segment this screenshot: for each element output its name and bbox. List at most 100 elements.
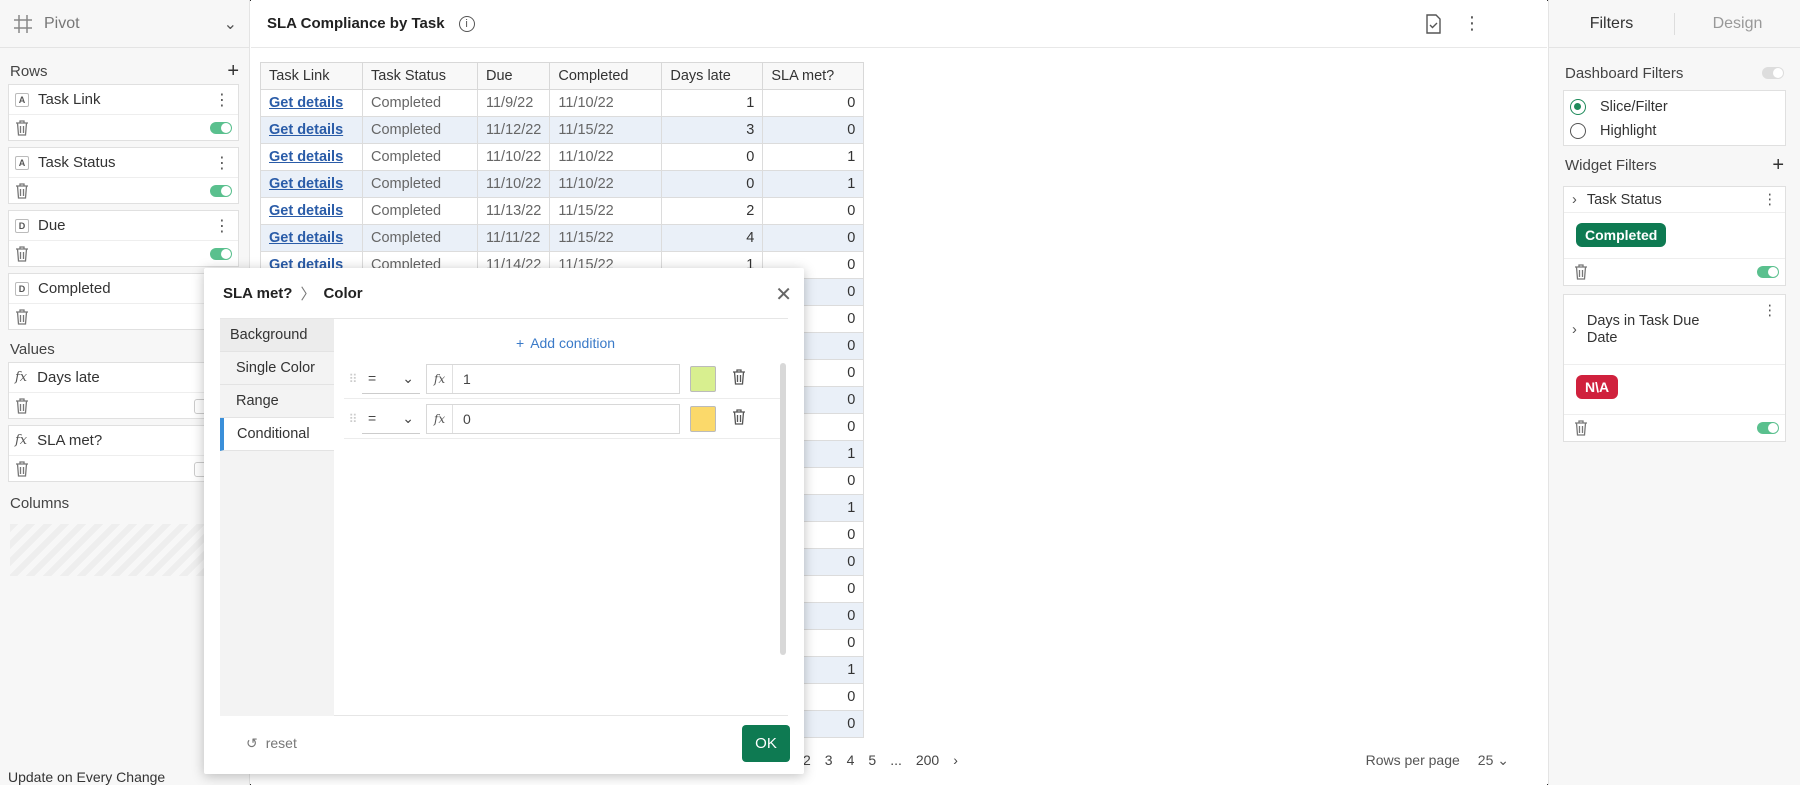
more-options-icon[interactable]: ⋮	[1463, 13, 1481, 34]
reset-button[interactable]: ↺ reset	[246, 735, 297, 752]
operator-value: =	[368, 370, 377, 386]
tab-design[interactable]: Design	[1675, 15, 1800, 33]
add-row-icon[interactable]: +	[227, 61, 239, 81]
get-details-link[interactable]: Get details	[269, 122, 343, 138]
close-icon[interactable]: ✕	[775, 282, 792, 307]
filter-enable-toggle[interactable]	[1757, 266, 1779, 278]
trash-icon[interactable]	[1574, 264, 1588, 280]
condition-value-input[interactable]: fx 0	[426, 403, 680, 434]
condition-value-input[interactable]: fx 1	[426, 363, 680, 394]
field-menu-icon[interactable]: ⋮	[214, 153, 230, 173]
add-filter-icon[interactable]: +	[1772, 155, 1784, 175]
drag-handle-icon[interactable]: ⠿	[344, 372, 362, 386]
chevron-right-icon[interactable]: ›	[1572, 192, 1577, 208]
widget-type-selector[interactable]: Pivot ⌄	[0, 0, 249, 48]
next-page-icon[interactable]: ›	[953, 752, 958, 768]
table-cell: Get details	[260, 224, 363, 252]
trash-icon[interactable]	[15, 309, 29, 325]
field-menu-icon[interactable]: ⋮	[214, 90, 230, 110]
filter-value-chip[interactable]: N\A	[1576, 375, 1619, 399]
breadcrumb-separator-icon: 〉	[300, 285, 316, 303]
filter-header[interactable]: › Days in Task Due Date ⋮	[1564, 295, 1785, 365]
widget-filters-title: Widget Filters +	[1549, 150, 1800, 180]
field-enable-toggle[interactable]	[210, 248, 232, 260]
save-icon[interactable]	[1424, 14, 1442, 34]
radio-slice-filter[interactable]: Slice/Filter	[1564, 95, 1785, 119]
filter-card-days-due: › Days in Task Due Date ⋮ N\A	[1563, 294, 1786, 442]
table-cell: 1	[762, 170, 865, 198]
column-header[interactable]: Due	[476, 62, 551, 90]
scrollbar[interactable]	[780, 363, 786, 655]
table-cell: 4	[661, 224, 764, 252]
column-header[interactable]: SLA met?	[762, 62, 865, 90]
tab-filters[interactable]: Filters	[1549, 15, 1674, 33]
operator-select[interactable]: = ⌄	[362, 404, 420, 434]
field-enable-toggle[interactable]	[210, 122, 232, 134]
column-header[interactable]: Days late	[661, 62, 764, 90]
column-header[interactable]: Task Link	[260, 62, 363, 90]
chevron-down-icon[interactable]: ⌄	[224, 14, 237, 34]
get-details-link[interactable]: Get details	[269, 230, 343, 246]
filter-card-task-status: › Task Status ⋮ Completed	[1563, 186, 1786, 286]
get-details-link[interactable]: Get details	[269, 176, 343, 192]
column-header[interactable]: Completed	[549, 62, 663, 90]
radio-highlight[interactable]: Highlight	[1564, 119, 1785, 143]
get-details-link[interactable]: Get details	[269, 203, 343, 219]
formula-icon: fx	[15, 433, 28, 448]
pivot-grid-icon	[14, 14, 32, 33]
table-cell: Completed	[362, 89, 478, 117]
get-details-link[interactable]: Get details	[269, 95, 343, 111]
filter-value-chip[interactable]: Completed	[1576, 223, 1667, 247]
page-link[interactable]: 4	[847, 752, 855, 768]
table-cell: 11/10/22	[549, 143, 663, 171]
trash-icon[interactable]	[15, 461, 29, 477]
filter-menu-icon[interactable]: ⋮	[1763, 303, 1778, 319]
trash-icon[interactable]	[15, 183, 29, 199]
radio-selected-icon	[1570, 99, 1586, 115]
table-cell: 11/15/22	[549, 116, 663, 144]
trash-icon[interactable]	[15, 120, 29, 136]
trash-icon[interactable]	[1574, 420, 1588, 436]
mode-single-color[interactable]: Single Color	[220, 352, 334, 385]
add-condition-button[interactable]: + Add condition	[516, 335, 615, 351]
page-link[interactable]: 5	[868, 752, 876, 768]
rows-section-title: Rows +	[0, 58, 249, 84]
table-cell: 0	[762, 89, 865, 117]
field-row[interactable]: A Task Status ⋮	[9, 148, 238, 178]
operator-select[interactable]: = ⌄	[362, 364, 420, 394]
filter-menu-icon[interactable]: ⋮	[1763, 192, 1778, 208]
table-cell: Completed	[362, 116, 478, 144]
dashboard-filters-toggle[interactable]	[1762, 67, 1784, 79]
field-controls	[9, 178, 238, 204]
mode-range[interactable]: Range	[220, 385, 334, 418]
get-details-link[interactable]: Get details	[269, 149, 343, 165]
column-header[interactable]: Task Status	[362, 62, 478, 90]
delete-condition[interactable]	[732, 369, 746, 388]
info-icon[interactable]: i	[458, 15, 475, 32]
page-link[interactable]: ...	[890, 752, 902, 768]
trash-icon[interactable]	[15, 398, 29, 414]
drag-handle-icon[interactable]: ⠿	[344, 412, 362, 426]
trash-icon[interactable]	[15, 246, 29, 262]
table-header-row: Task Link Task Status Due Completed Days lat…	[260, 62, 865, 90]
dialog-subtitle: Color	[323, 284, 363, 302]
field-menu-icon[interactable]: ⋮	[214, 216, 230, 236]
mode-conditional[interactable]: Conditional	[220, 418, 334, 451]
filter-enable-toggle[interactable]	[1757, 422, 1779, 434]
delete-condition[interactable]	[732, 409, 746, 428]
trash-icon	[733, 409, 745, 425]
condition-color-swatch[interactable]	[690, 365, 716, 392]
filter-header[interactable]: › Task Status ⋮	[1564, 187, 1785, 213]
ok-button[interactable]: OK	[742, 725, 790, 762]
field-row[interactable]: D Due ⋮	[9, 211, 238, 241]
table-cell: Get details	[260, 197, 363, 225]
page-link[interactable]: 200	[916, 752, 939, 768]
page-link[interactable]: 2	[803, 752, 811, 768]
page-link[interactable]: 3	[825, 752, 833, 768]
field-row[interactable]: A Task Link ⋮	[9, 85, 238, 115]
table-cell: 11/11/22	[476, 224, 551, 252]
chevron-right-icon[interactable]: ›	[1572, 322, 1577, 338]
field-enable-toggle[interactable]	[210, 185, 232, 197]
condition-color-swatch[interactable]	[690, 405, 716, 432]
rows-per-page-select[interactable]: 25 ⌄	[1478, 752, 1509, 769]
